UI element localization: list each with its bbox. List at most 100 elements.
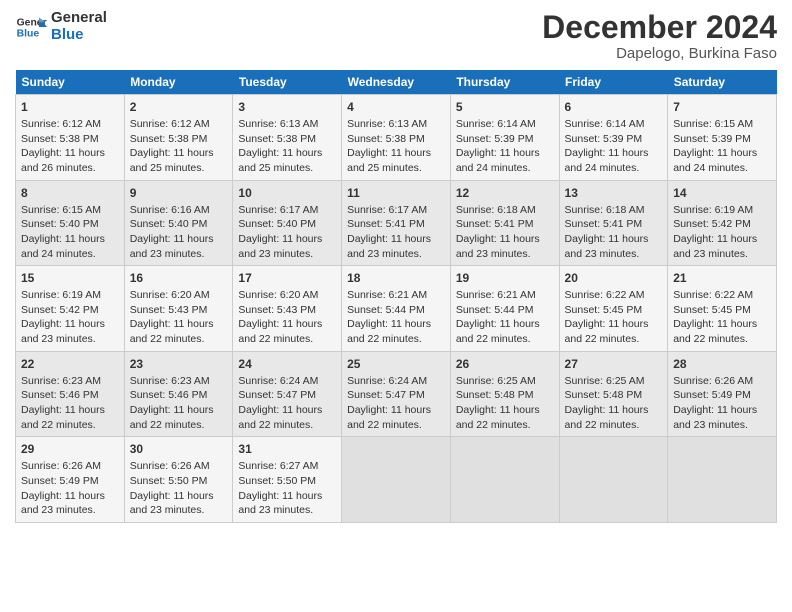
logo-general: General — [51, 10, 107, 27]
week-row-2: 8Sunrise: 6:15 AMSunset: 5:40 PMDaylight… — [16, 180, 777, 266]
cell-info: and 25 minutes. — [130, 161, 228, 176]
cell-info: Daylight: 11 hours — [456, 317, 554, 332]
week-row-3: 15Sunrise: 6:19 AMSunset: 5:42 PMDayligh… — [16, 266, 777, 352]
cell-info: and 22 minutes. — [565, 418, 663, 433]
day-number: 22 — [21, 356, 119, 373]
cell-info: Sunrise: 6:19 AM — [21, 288, 119, 303]
cell-info: and 23 minutes. — [130, 503, 228, 518]
cell-info: Sunrise: 6:18 AM — [565, 203, 663, 218]
calendar-cell: 29Sunrise: 6:26 AMSunset: 5:49 PMDayligh… — [16, 437, 125, 523]
calendar-cell: 25Sunrise: 6:24 AMSunset: 5:47 PMDayligh… — [342, 351, 451, 437]
calendar-table: SundayMondayTuesdayWednesdayThursdayFrid… — [15, 70, 777, 523]
cell-info: Daylight: 11 hours — [673, 403, 771, 418]
cell-info: Daylight: 11 hours — [130, 146, 228, 161]
day-number: 16 — [130, 270, 228, 287]
day-number: 12 — [456, 185, 554, 202]
cell-info: Daylight: 11 hours — [565, 317, 663, 332]
cell-info: Sunset: 5:38 PM — [238, 132, 336, 147]
cell-info: Sunset: 5:42 PM — [673, 217, 771, 232]
cell-info: Sunset: 5:41 PM — [347, 217, 445, 232]
cell-info: and 22 minutes. — [347, 332, 445, 347]
cell-info: Sunrise: 6:25 AM — [565, 374, 663, 389]
calendar-cell: 16Sunrise: 6:20 AMSunset: 5:43 PMDayligh… — [124, 266, 233, 352]
cell-info: Daylight: 11 hours — [238, 489, 336, 504]
cell-info: Sunset: 5:39 PM — [456, 132, 554, 147]
cell-info: Daylight: 11 hours — [347, 403, 445, 418]
cell-info: Sunrise: 6:21 AM — [347, 288, 445, 303]
cell-info: and 22 minutes. — [456, 418, 554, 433]
cell-info: Sunrise: 6:21 AM — [456, 288, 554, 303]
cell-info: Sunrise: 6:15 AM — [673, 117, 771, 132]
col-header-thursday: Thursday — [450, 70, 559, 95]
cell-info: and 26 minutes. — [21, 161, 119, 176]
cell-info: Daylight: 11 hours — [456, 146, 554, 161]
calendar-cell — [342, 437, 451, 523]
cell-info: Sunrise: 6:14 AM — [565, 117, 663, 132]
cell-info: Sunset: 5:41 PM — [565, 217, 663, 232]
header-row: SundayMondayTuesdayWednesdayThursdayFrid… — [16, 70, 777, 95]
cell-info: Daylight: 11 hours — [565, 232, 663, 247]
cell-info: Sunset: 5:41 PM — [456, 217, 554, 232]
day-number: 30 — [130, 441, 228, 458]
day-number: 24 — [238, 356, 336, 373]
cell-info: Sunrise: 6:17 AM — [347, 203, 445, 218]
cell-info: and 23 minutes. — [238, 247, 336, 262]
col-header-saturday: Saturday — [668, 70, 777, 95]
day-number: 18 — [347, 270, 445, 287]
day-number: 25 — [347, 356, 445, 373]
calendar-cell: 18Sunrise: 6:21 AMSunset: 5:44 PMDayligh… — [342, 266, 451, 352]
cell-info: Sunrise: 6:13 AM — [347, 117, 445, 132]
cell-info: Daylight: 11 hours — [130, 489, 228, 504]
header: General Blue General Blue December 2024 … — [15, 10, 777, 62]
day-number: 6 — [565, 99, 663, 116]
day-number: 28 — [673, 356, 771, 373]
logo-blue: Blue — [51, 27, 107, 44]
cell-info: Daylight: 11 hours — [130, 232, 228, 247]
day-number: 29 — [21, 441, 119, 458]
cell-info: Daylight: 11 hours — [456, 403, 554, 418]
cell-info: and 24 minutes. — [456, 161, 554, 176]
cell-info: and 24 minutes. — [673, 161, 771, 176]
cell-info: and 24 minutes. — [21, 247, 119, 262]
cell-info: and 23 minutes. — [21, 332, 119, 347]
cell-info: Daylight: 11 hours — [21, 489, 119, 504]
day-number: 31 — [238, 441, 336, 458]
calendar-cell: 21Sunrise: 6:22 AMSunset: 5:45 PMDayligh… — [668, 266, 777, 352]
cell-info: and 23 minutes. — [238, 503, 336, 518]
cell-info: and 22 minutes. — [238, 332, 336, 347]
cell-info: Daylight: 11 hours — [565, 403, 663, 418]
calendar-cell: 23Sunrise: 6:23 AMSunset: 5:46 PMDayligh… — [124, 351, 233, 437]
cell-info: Sunrise: 6:22 AM — [565, 288, 663, 303]
cell-info: Sunrise: 6:23 AM — [130, 374, 228, 389]
calendar-cell — [559, 437, 668, 523]
cell-info: Sunrise: 6:18 AM — [456, 203, 554, 218]
day-number: 8 — [21, 185, 119, 202]
cell-info: Sunrise: 6:26 AM — [21, 459, 119, 474]
col-header-sunday: Sunday — [16, 70, 125, 95]
day-number: 14 — [673, 185, 771, 202]
cell-info: Sunrise: 6:17 AM — [238, 203, 336, 218]
day-number: 10 — [238, 185, 336, 202]
cell-info: Daylight: 11 hours — [21, 232, 119, 247]
cell-info: Sunset: 5:48 PM — [456, 388, 554, 403]
calendar-cell: 26Sunrise: 6:25 AMSunset: 5:48 PMDayligh… — [450, 351, 559, 437]
calendar-cell: 15Sunrise: 6:19 AMSunset: 5:42 PMDayligh… — [16, 266, 125, 352]
calendar-cell: 4Sunrise: 6:13 AMSunset: 5:38 PMDaylight… — [342, 95, 451, 181]
cell-info: and 23 minutes. — [565, 247, 663, 262]
day-number: 1 — [21, 99, 119, 116]
calendar-cell: 20Sunrise: 6:22 AMSunset: 5:45 PMDayligh… — [559, 266, 668, 352]
calendar-cell: 5Sunrise: 6:14 AMSunset: 5:39 PMDaylight… — [450, 95, 559, 181]
day-number: 5 — [456, 99, 554, 116]
week-row-4: 22Sunrise: 6:23 AMSunset: 5:46 PMDayligh… — [16, 351, 777, 437]
cell-info: Sunset: 5:39 PM — [673, 132, 771, 147]
cell-info: Sunset: 5:44 PM — [347, 303, 445, 318]
cell-info: Sunset: 5:39 PM — [565, 132, 663, 147]
cell-info: Daylight: 11 hours — [130, 317, 228, 332]
day-number: 26 — [456, 356, 554, 373]
cell-info: Daylight: 11 hours — [130, 403, 228, 418]
calendar-cell: 12Sunrise: 6:18 AMSunset: 5:41 PMDayligh… — [450, 180, 559, 266]
cell-info: and 22 minutes. — [238, 418, 336, 433]
svg-text:Blue: Blue — [17, 28, 40, 39]
cell-info: Daylight: 11 hours — [673, 146, 771, 161]
cell-info: and 23 minutes. — [673, 247, 771, 262]
